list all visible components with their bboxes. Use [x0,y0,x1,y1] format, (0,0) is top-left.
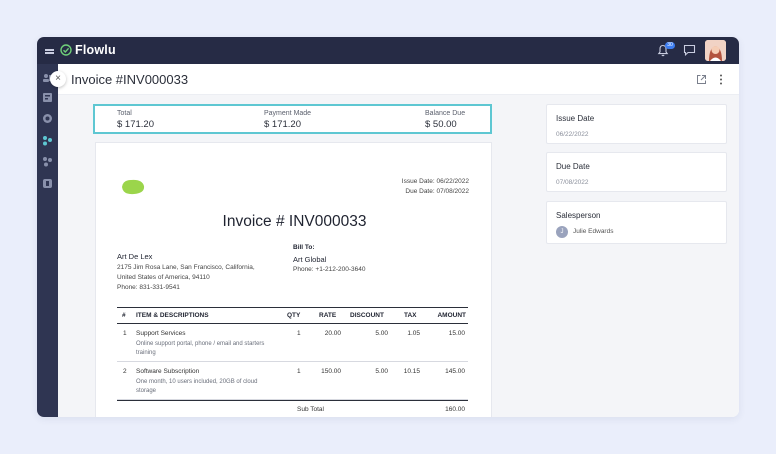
invoice-header: Invoice #INV000033 [58,64,739,95]
column-number: # [122,312,126,319]
salesperson-label: Salesperson [556,211,601,220]
row-item: Software Subscription [136,368,200,375]
finance-icon[interactable] [42,133,53,146]
top-bar: Flowlu 30 [37,37,739,64]
user-avatar[interactable] [705,40,726,61]
items-table: # ITEM & DESCRIPTIONS QTY RATE DISCOUNT … [117,307,468,414]
payment-made-label: Payment Made [264,110,312,117]
row-discount: 5.00 [375,330,388,337]
team-icon[interactable] [42,154,53,167]
row-description: Online support portal, phone / email and… [136,341,265,347]
due-date-value: 07/08/2022 [556,179,589,186]
knowledge-base-icon[interactable] [42,176,53,188]
row-description-cont: storage [136,388,157,394]
subtotal-label: Sub Total [297,406,324,413]
invoice-document: Issue Date: 06/22/2022 Due Date: 07/08/2… [95,142,492,417]
payment-made-summary: Payment Made $ 171.20 [264,110,311,130]
document-title: Invoice # INV000033 [222,213,367,230]
total-label: Total [117,110,132,117]
company-logo [122,179,145,195]
bill-to-label: Bill To: [293,244,315,251]
bill-to-block: Bill To: Art Global Phone: +1-212-200-36… [293,243,365,275]
sidebar [37,64,58,417]
row-discount: 5.00 [375,368,388,375]
document-due-date: Due Date: 07/08/2022 [405,188,469,195]
balance-due-value: $ 50.00 [425,119,457,130]
row-item: Support Services [136,330,186,337]
total-value: $ 171.20 [117,119,154,130]
column-rate: RATE [319,312,337,319]
row-number: 1 [123,330,127,337]
row-tax: 1.05 [407,330,420,337]
column-qty: QTY [287,312,301,319]
total-summary: Total $ 171.20 [117,110,154,130]
balance-due-summary: Balance Due $ 50.00 [425,110,465,130]
bill-to-phone: Phone: +1-212-200-3640 [293,266,366,273]
column-amount: AMOUNT [437,312,466,319]
row-tax: 10.15 [403,368,420,375]
issue-date-card[interactable]: Issue Date 06/22/2022 [546,104,727,144]
row-rate: 20.00 [324,330,341,337]
sender-phone: Phone: 831-331-9541 [117,284,180,291]
page-title: Invoice #INV000033 [71,72,189,87]
brand-name: Flowlu [75,43,116,57]
salesperson-card[interactable]: Salesperson J Julie Edwards [546,201,727,244]
row-description: One month, 10 users included, 20GB of cl… [136,379,258,385]
balance-due-label: Balance Due [425,110,466,117]
chat-icon[interactable] [683,44,696,56]
notification-badge: 30 [665,42,675,49]
row-number: 2 [123,368,127,375]
row-qty: 1 [297,368,301,375]
payment-made-value: $ 171.20 [264,119,301,130]
table-row: 1 Support Services Online support portal… [117,324,468,362]
salesperson-avatar: J [556,226,568,238]
issue-date-value: 06/22/2022 [556,131,589,138]
row-qty: 1 [297,330,301,337]
due-date-card[interactable]: Due Date 07/08/2022 [546,152,727,192]
more-options-icon[interactable] [719,73,723,86]
column-item: ITEM & DESCRIPTIONS [136,312,209,319]
payment-summary: Total $ 171.20 Payment Made $ 171.20 Bal… [93,104,492,134]
row-rate: 150.00 [321,368,341,375]
bill-to-name: Art Global [293,255,327,264]
salesperson-name: Julie Edwards [573,228,614,235]
column-discount: DISCOUNT [350,312,384,319]
invoice-content: Total $ 171.20 Payment Made $ 171.20 Bal… [58,95,739,417]
issue-date-label: Issue Date [556,114,595,123]
sender-address-line-1: 2175 Jim Rosa Lane, San Francisco, Calif… [117,264,255,271]
due-date-label: Due Date [556,162,590,171]
sender-name: Art De Lex [117,252,153,261]
app-window: Flowlu 30 Invoice #INV000033 Total $ 171… [37,37,739,417]
sender-block: Art De Lex 2175 Jim Rosa Lane, San Franc… [117,252,255,293]
table-header: # ITEM & DESCRIPTIONS QTY RATE DISCOUNT … [117,307,468,324]
row-amount: 145.00 [445,368,465,375]
table-row: 2 Software Subscription One month, 10 us… [117,362,468,400]
document-issue-date: Issue Date: 06/22/2022 [401,178,469,185]
open-external-icon[interactable] [696,74,707,85]
column-tax: TAX [404,312,417,319]
projects-icon[interactable] [42,90,53,102]
flowlu-logo-icon [60,44,72,56]
row-description-cont: training [136,350,156,356]
row-amount: 15.00 [448,330,465,337]
document-dates: Issue Date: 06/22/2022 Due Date: 07/08/2… [402,177,469,197]
menu-icon[interactable] [45,49,54,53]
subtotal-row: Sub Total 160.00 [117,400,468,414]
close-button[interactable]: × [50,71,66,87]
sender-address-line-2: United States of America, 94110 [117,274,210,281]
tasks-icon[interactable] [42,111,53,123]
subtotal-value: 160.00 [445,406,465,413]
